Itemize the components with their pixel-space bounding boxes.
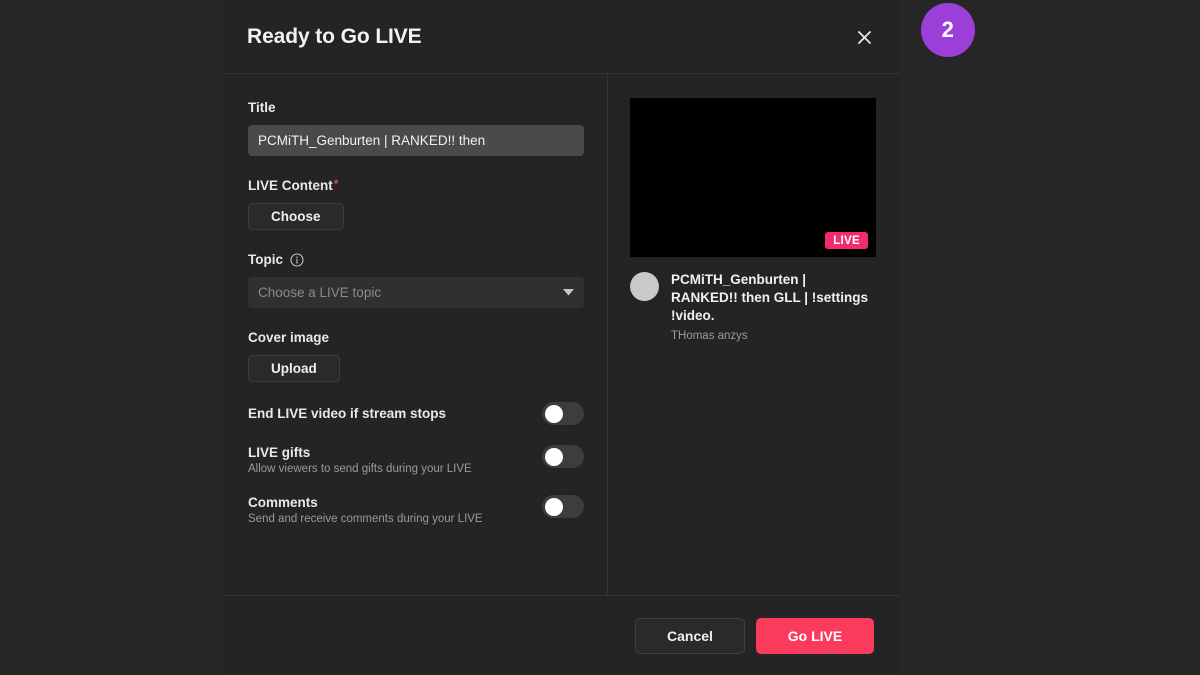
avatar [630, 272, 659, 301]
toggle-text: End LIVE video if stream stops [248, 406, 458, 421]
toggle-title: Comments [248, 495, 318, 510]
preview-panel: LIVE PCMiTH_Genburten | RANKED!! then GL… [608, 74, 900, 595]
step-badge-number: 2 [941, 17, 955, 42]
title-field-group: Title [248, 100, 584, 156]
cover-image-label: Cover image [248, 330, 330, 345]
video-preview: LIVE [630, 98, 876, 257]
preview-meta: PCMiTH_Genburten | RANKED!! then GLL | !… [630, 271, 878, 342]
cover-image-group: Cover image Upload [248, 330, 583, 382]
topic-label-text: Topic [248, 252, 283, 267]
toggle-row: LIVE gifts Allow viewers to send gifts d… [248, 445, 584, 475]
cancel-button[interactable]: Cancel [635, 617, 745, 654]
preview-username: THomas anzys [671, 329, 748, 342]
modal-footer: Cancel Go LIVE [224, 595, 900, 675]
toggle-subtitle: Send and receive comments during your LI… [248, 513, 483, 525]
upload-cover-button[interactable]: Upload [248, 355, 340, 382]
live-content-group: LIVE Content * Choose [248, 178, 583, 230]
toggle-knob [545, 404, 563, 423]
toggle-title: End LIVE video if stream stops [248, 406, 447, 421]
live-content-label-text: LIVE Content [248, 178, 333, 193]
toggle-knob [545, 447, 563, 466]
form-panel: Title LIVE Content * Choose Topic [224, 74, 608, 595]
title-label: Title [248, 100, 276, 115]
toggle-row: Comments Send and receive comments durin… [248, 495, 584, 525]
topic-select[interactable]: Choose a LIVE topic [248, 277, 584, 308]
toggle-knob [545, 497, 563, 516]
required-asterisk: * [333, 176, 339, 191]
toggle-title: LIVE gifts [248, 445, 311, 460]
chevron-down-icon [563, 289, 574, 296]
go-live-button[interactable]: Go LIVE [756, 617, 874, 654]
topic-label: Topic [248, 252, 583, 267]
preview-stream-title: PCMiTH_Genburten | RANKED!! then GLL | !… [671, 272, 869, 324]
toggle-subtitle: Allow viewers to send gifts during your … [248, 463, 472, 475]
end-live-toggle[interactable] [542, 402, 584, 425]
live-status-badge: LIVE [825, 232, 868, 249]
live-content-label: LIVE Content * [248, 176, 583, 194]
title-input[interactable] [248, 125, 584, 156]
live-gifts-toggle[interactable] [542, 445, 584, 468]
toggle-text: LIVE gifts Allow viewers to send gifts d… [248, 445, 484, 475]
step-badge: 2 [921, 3, 975, 57]
modal-body: Title LIVE Content * Choose Topic [224, 74, 900, 595]
info-icon[interactable] [290, 252, 304, 267]
comments-toggle[interactable] [542, 495, 584, 518]
topic-select-placeholder: Choose a LIVE topic [258, 285, 382, 300]
toggle-text: Comments Send and receive comments durin… [248, 495, 495, 525]
preview-text: PCMiTH_Genburten | RANKED!! then GLL | !… [671, 271, 871, 342]
topic-group: Topic Choose a LIVE topic [248, 252, 584, 308]
close-icon[interactable] [850, 23, 878, 51]
go-live-modal: Ready to Go LIVE Title LIVE Content * Ch… [224, 0, 900, 675]
choose-content-button[interactable]: Choose [248, 203, 344, 230]
modal-header: Ready to Go LIVE [224, 0, 900, 74]
toggle-row: End LIVE video if stream stops [248, 402, 584, 425]
page-title: Ready to Go LIVE [247, 24, 422, 48]
